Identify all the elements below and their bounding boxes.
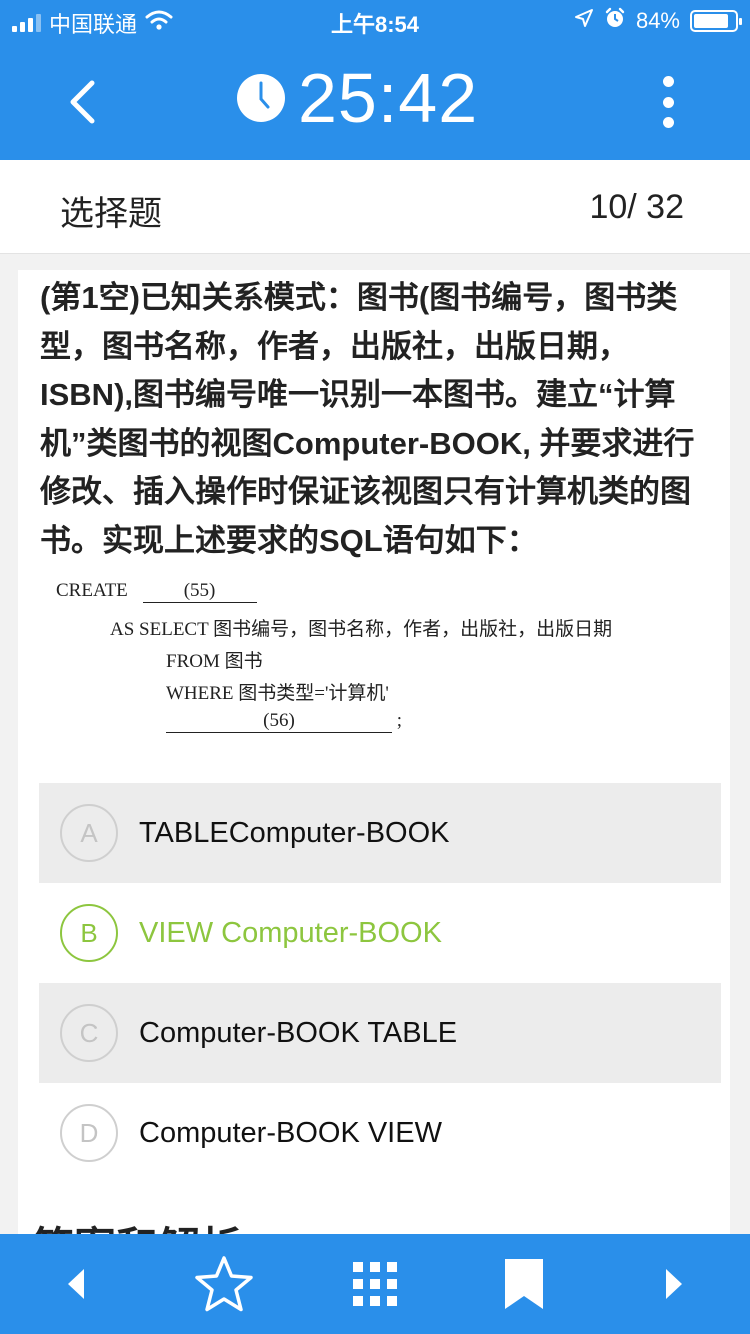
- battery-icon: [690, 10, 742, 32]
- option-letter-circle: C: [60, 1004, 118, 1062]
- sql-line-1: CREATE (55): [56, 580, 257, 603]
- option-b[interactable]: B VIEW Computer-BOOK: [39, 883, 721, 983]
- timer-text: 25:42: [298, 59, 479, 137]
- question-type: 选择题: [60, 195, 162, 233]
- star-icon: [195, 1256, 253, 1312]
- sql-line-5: (56) ;: [166, 710, 402, 733]
- question-progress: 10/ 32: [589, 188, 684, 226]
- triangle-left-icon: [68, 1269, 84, 1299]
- question-card: (第1空)已知关系模式：图书(图书编号，图书类型，图书名称，作者，出版社，出版日…: [18, 270, 730, 1234]
- status-bar: 中国联通 上午8:54 84%: [0, 0, 750, 40]
- bottom-toolbar: [0, 1234, 750, 1334]
- next-question-button[interactable]: [642, 1252, 706, 1316]
- option-text: Computer-BOOK VIEW: [139, 1117, 442, 1149]
- sql-line-4: WHERE 图书类型='计算机': [166, 683, 389, 704]
- sql-figure: CREATE (55) AS SELECT 图书编号，图书名称，作者，出版社，出…: [56, 578, 716, 748]
- back-button[interactable]: [50, 70, 114, 134]
- option-d[interactable]: D Computer-BOOK VIEW: [39, 1083, 721, 1183]
- clock-icon: [237, 74, 285, 122]
- question-grid-button[interactable]: [343, 1252, 407, 1316]
- sql-line-3: FROM 图书: [166, 651, 263, 672]
- nav-bar: 25:42: [0, 40, 750, 160]
- triangle-right-icon: [666, 1269, 682, 1299]
- status-right: 84%: [574, 7, 742, 35]
- option-letter-circle: A: [60, 804, 118, 862]
- sql-blank-56: (56): [166, 710, 392, 733]
- grid-icon: [353, 1262, 397, 1306]
- option-text: TABLEComputer-BOOK: [139, 817, 450, 849]
- option-a[interactable]: A TABLEComputer-BOOK: [39, 783, 721, 883]
- bookmark-button[interactable]: [492, 1252, 556, 1316]
- alarm-icon: [604, 7, 626, 35]
- option-text: VIEW Computer-BOOK: [139, 917, 442, 949]
- option-c[interactable]: C Computer-BOOK TABLE: [39, 983, 721, 1083]
- question-stem: (第1空)已知关系模式：图书(图书编号，图书类型，图书名称，作者，出版社，出版日…: [40, 280, 695, 558]
- sql-blank-55: (55): [142, 580, 257, 603]
- more-vertical-icon: [662, 76, 674, 87]
- question-header: 选择题 10/ 32: [0, 160, 750, 254]
- option-text: Computer-BOOK TABLE: [139, 1017, 458, 1049]
- favorite-button[interactable]: [192, 1252, 256, 1316]
- chevron-left-icon: [70, 80, 95, 124]
- sql-line-2: AS SELECT 图书编号，图书名称，作者，出版社，出版日期: [110, 619, 613, 640]
- timer: 25:42: [236, 58, 478, 138]
- answer-section-title: 答案和解析: [32, 1214, 242, 1234]
- more-button[interactable]: [654, 76, 682, 128]
- option-letter-circle: D: [60, 1104, 118, 1162]
- location-icon: [574, 8, 594, 34]
- bookmark-icon: [505, 1259, 543, 1309]
- option-letter-circle: B: [60, 904, 118, 962]
- prev-question-button[interactable]: [44, 1252, 108, 1316]
- top-bar: 中国联通 上午8:54 84% 25:42: [0, 0, 750, 160]
- battery-percent: 84%: [635, 8, 680, 33]
